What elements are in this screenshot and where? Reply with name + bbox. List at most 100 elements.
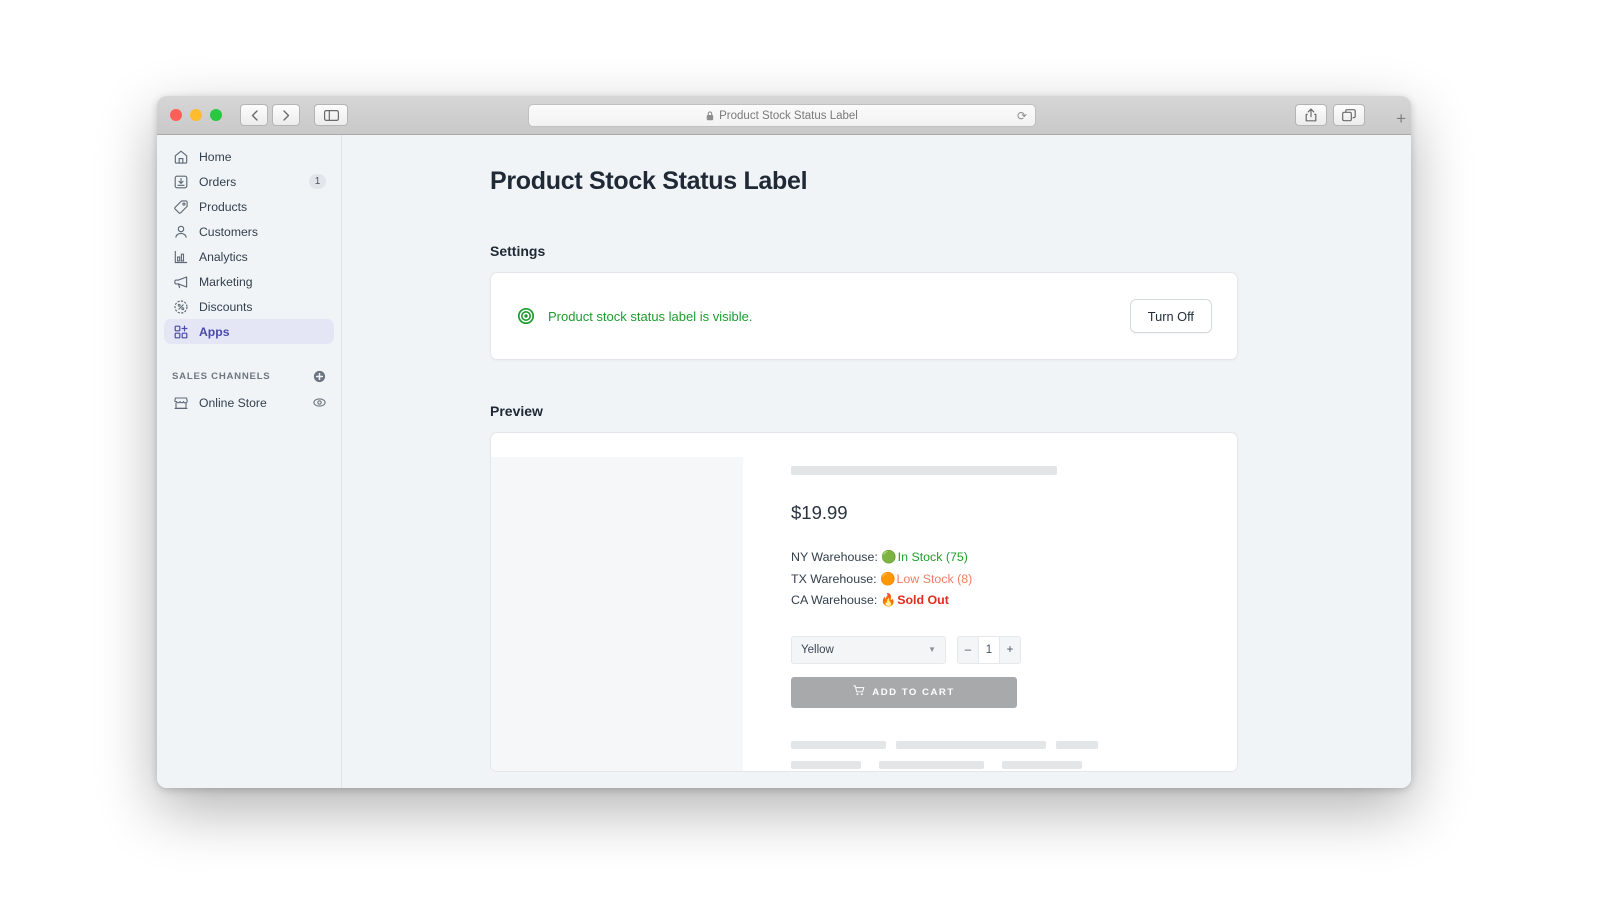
reload-icon[interactable]: ⟳: [1017, 109, 1027, 123]
turn-off-button[interactable]: Turn Off: [1129, 299, 1212, 333]
sidebar-item-marketing[interactable]: Marketing: [164, 269, 334, 294]
settings-heading: Settings: [490, 243, 546, 259]
stock-row-tx: TX Warehouse: 🟠Low Stock (8): [791, 569, 1237, 591]
marketing-icon: [172, 273, 189, 290]
quantity-increment-button[interactable]: +: [1000, 637, 1020, 663]
warehouse-label: CA Warehouse:: [791, 593, 878, 607]
store-icon: [172, 394, 189, 411]
stock-row-ny: NY Warehouse: 🟢In Stock (75): [791, 547, 1237, 569]
chevron-right-icon: [282, 109, 289, 121]
stock-dot-icon: 🟠: [880, 571, 896, 586]
stock-status-text: In Stock (75): [897, 550, 968, 564]
browser-titlebar: Product Stock Status Label ⟳ +: [157, 96, 1411, 135]
home-icon: [172, 148, 189, 165]
plus-circle-icon[interactable]: [313, 370, 326, 383]
address-url-text: Product Stock Status Label: [719, 109, 858, 122]
sidebar-item-products[interactable]: Products: [164, 194, 334, 219]
stock-status-text: Sold Out: [897, 593, 949, 607]
description-skeleton: [791, 740, 1237, 769]
warehouse-label: NY Warehouse:: [791, 550, 878, 564]
sidebar-item-label: Orders: [199, 174, 237, 189]
add-to-cart-button[interactable]: ADD TO CART: [791, 676, 1017, 708]
address-bar-container: Product Stock Status Label ⟳: [528, 104, 1036, 127]
eye-icon[interactable]: [313, 396, 326, 409]
product-info: $19.99 NY Warehouse: 🟢In Stock (75) TX W…: [743, 457, 1237, 771]
chevron-left-icon: [251, 109, 258, 121]
chevron-down-icon: ▼: [928, 645, 936, 654]
content-inner: Product Stock Status Label Settings Prod…: [490, 167, 1238, 772]
eye-icon: [517, 307, 535, 325]
apps-icon: [172, 323, 189, 340]
skeleton-bar: [1002, 760, 1082, 769]
skeleton-bar: [879, 760, 984, 769]
close-window-button[interactable]: [170, 109, 182, 121]
maximize-window-button[interactable]: [210, 109, 222, 121]
sidebar-item-apps[interactable]: Apps: [164, 319, 334, 344]
sidebar-item-label: Apps: [199, 324, 230, 339]
warehouse-label: TX Warehouse:: [791, 571, 877, 586]
add-to-cart-label: ADD TO CART: [872, 686, 955, 698]
skeleton-bar: [791, 740, 886, 749]
quantity-value[interactable]: 1: [978, 636, 1000, 663]
traffic-lights: [170, 109, 222, 121]
tab-overview-button[interactable]: [1333, 104, 1365, 126]
sidebar-item-orders[interactable]: Orders 1: [164, 169, 334, 194]
skeleton-row: [791, 760, 1237, 769]
toggle-sidebar-button[interactable]: [314, 104, 348, 126]
sidebar-item-home[interactable]: Home: [164, 144, 334, 169]
sidebar-item-online-store[interactable]: Online Store: [164, 390, 334, 415]
skeleton-bar: [791, 760, 861, 769]
sidebar-item-label: Discounts: [199, 299, 253, 314]
copy-tabs-icon: [1342, 108, 1356, 121]
address-text-group: Product Stock Status Label: [706, 110, 858, 122]
product-price: $19.99: [791, 502, 848, 523]
share-button[interactable]: [1295, 104, 1327, 126]
sidebar: Home Orders 1 Products Customers Analyti…: [157, 135, 342, 788]
sidebar-item-customers[interactable]: Customers: [164, 219, 334, 244]
main-content: Product Stock Status Label Settings Prod…: [342, 135, 1411, 788]
stock-dot-icon: 🟢: [881, 550, 897, 564]
shopping-cart-icon: [853, 685, 865, 699]
sidebar-item-label: Online Store: [199, 395, 267, 410]
sidebar-item-discounts[interactable]: Discounts: [164, 294, 334, 319]
quantity-stepper: – 1 +: [957, 635, 1021, 664]
settings-card: Product stock status label is visible. T…: [490, 272, 1238, 360]
back-button[interactable]: [240, 104, 268, 126]
lock-icon: [706, 110, 714, 120]
share-icon: [1305, 108, 1317, 122]
discounts-icon: [172, 298, 189, 315]
status-message: Product stock status label is visible.: [548, 308, 753, 324]
orders-icon: [172, 173, 189, 190]
skeleton-bar: [896, 740, 1046, 749]
sidebar-icon: [323, 109, 339, 121]
sidebar-item-label: Home: [199, 149, 232, 164]
address-bar[interactable]: Product Stock Status Label ⟳: [528, 104, 1036, 127]
customers-icon: [172, 223, 189, 240]
sidebar-item-label: Marketing: [199, 274, 253, 289]
preview-card: $19.99 NY Warehouse: 🟢In Stock (75) TX W…: [490, 432, 1238, 772]
preview-section: Preview $19.99 NY Warehouse: 🟢In Stock (…: [490, 403, 1238, 772]
product-title-skeleton: [791, 466, 1057, 475]
product-image-placeholder: [491, 457, 743, 771]
browser-toolbar-right: [1295, 104, 1365, 126]
new-tab-button[interactable]: +: [1396, 110, 1406, 127]
status-banner: Product stock status label is visible. T…: [491, 273, 1237, 359]
analytics-icon: [172, 248, 189, 265]
stock-status-text: Low Stock (8): [896, 571, 973, 586]
navigation-buttons: [240, 104, 300, 126]
sidebar-item-analytics[interactable]: Analytics: [164, 244, 334, 269]
quantity-decrement-button[interactable]: –: [958, 637, 978, 663]
preview-heading: Preview: [490, 403, 543, 419]
minimize-window-button[interactable]: [190, 109, 202, 121]
fire-icon: 🔥: [880, 593, 897, 607]
sidebar-section-title: SALES CHANNELS: [172, 370, 271, 382]
skeleton-bar: [1056, 740, 1098, 749]
window-content: Home Orders 1 Products Customers Analyti…: [157, 135, 1411, 788]
orders-badge: 1: [309, 174, 326, 189]
page-title: Product Stock Status Label: [490, 167, 808, 195]
variant-value: Yellow: [801, 643, 834, 656]
products-icon: [172, 198, 189, 215]
product-controls: Yellow ▼ – 1 +: [791, 635, 1237, 664]
variant-select[interactable]: Yellow ▼: [791, 635, 946, 664]
forward-button[interactable]: [272, 104, 300, 126]
